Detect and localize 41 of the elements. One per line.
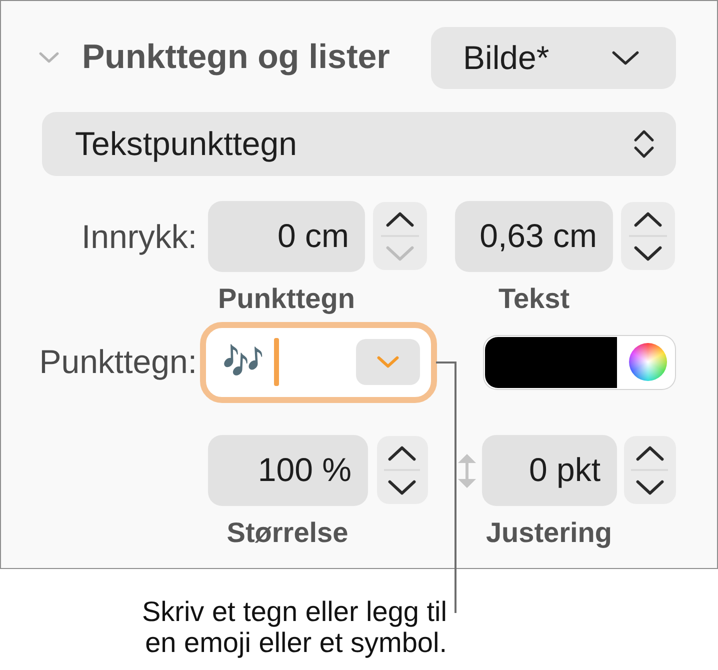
number-field[interactable]: 0 cm: [208, 200, 365, 272]
stepper[interactable]: [624, 436, 676, 504]
decrement-button[interactable]: [388, 479, 416, 495]
chevron-down-icon: [386, 246, 414, 260]
stepper[interactable]: [376, 436, 428, 504]
chevron-up-icon: [386, 212, 414, 226]
up-down-chevron-icon: [634, 130, 654, 158]
color-wheel-icon[interactable]: [629, 343, 667, 381]
decrement-button[interactable]: [636, 479, 664, 495]
field-caption: Størrelse: [226, 516, 348, 548]
vertical-arrows-icon: [458, 454, 476, 488]
increment-button[interactable]: [634, 211, 662, 227]
number-field[interactable]: 0,63 cm: [455, 200, 613, 272]
number-field[interactable]: 100 %: [208, 434, 368, 506]
field-caption: Justering: [486, 516, 612, 548]
chevron-down-icon: [388, 480, 416, 494]
increment-button[interactable]: [388, 445, 416, 461]
chevron-up-icon: [388, 446, 416, 460]
increment-button[interactable]: [386, 211, 414, 227]
stepper[interactable]: [373, 202, 427, 270]
chevron-up-icon: [634, 212, 662, 226]
field-caption: Punkttegn: [218, 282, 355, 314]
field-caption: Tekst: [498, 282, 570, 314]
bullet-type-popup-button[interactable]: Tekstpunkttegn: [42, 112, 676, 176]
field-label: Punkttegn:: [38, 343, 197, 381]
callout-text: Skriv et tegn eller legg til en emoji eller et symbol.: [140, 596, 447, 658]
chevron-down-icon: [612, 50, 639, 64]
field-label: Innrykk:: [80, 216, 197, 257]
bullet-character-field[interactable]: 🎶: [200, 322, 437, 402]
text-cursor: [274, 338, 279, 386]
chevron-down-icon: [634, 246, 662, 260]
chevron-up-icon: [636, 446, 664, 460]
color-well[interactable]: [483, 334, 676, 390]
increment-button[interactable]: [636, 445, 664, 461]
decrement-button[interactable]: [634, 245, 662, 261]
style-popup-button[interactable]: Bilde*: [431, 26, 676, 88]
chevron-down-icon: [377, 356, 399, 368]
section-title: Punkttegn og lister: [82, 38, 391, 77]
number-field[interactable]: 0 pkt: [482, 434, 616, 506]
stepper[interactable]: [621, 202, 675, 270]
chevron-down-icon: [636, 480, 664, 494]
